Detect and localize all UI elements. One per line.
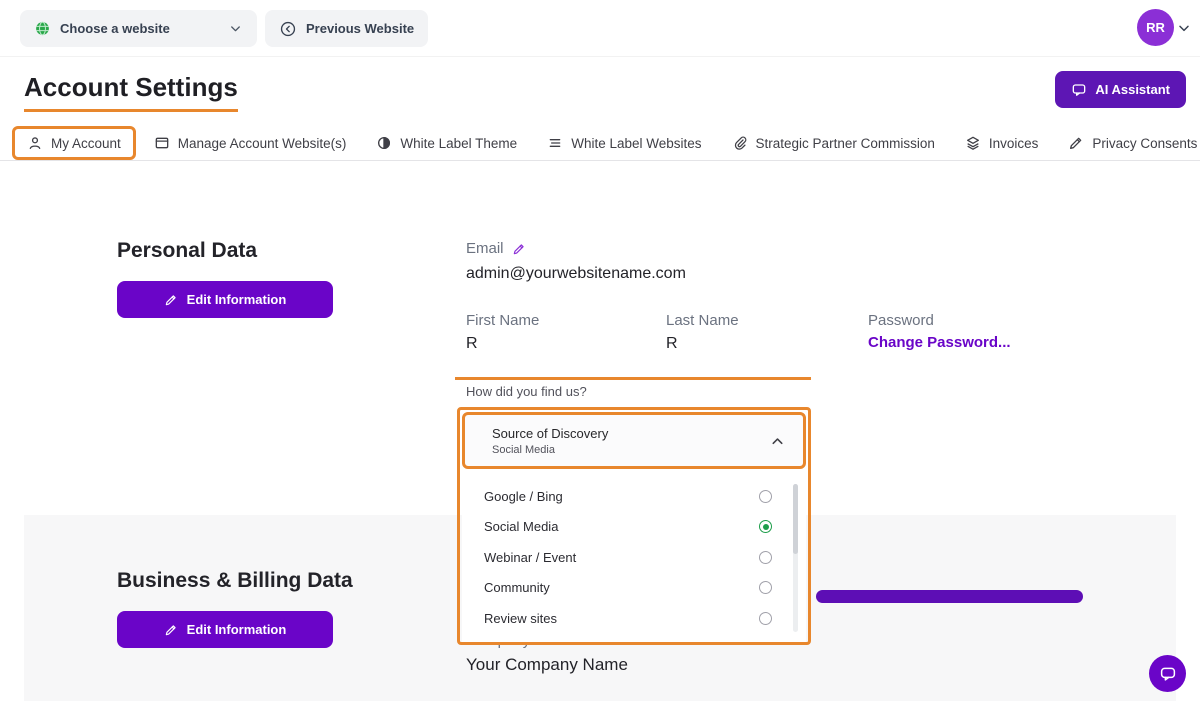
page-title: Account Settings xyxy=(24,72,238,112)
option-community[interactable]: Community xyxy=(462,573,806,604)
option-label: Google / Bing xyxy=(484,489,759,504)
tab-label: Privacy Consents xyxy=(1092,136,1197,151)
radio-icon[interactable] xyxy=(759,551,772,564)
tab-my-account[interactable]: My Account xyxy=(12,126,136,160)
tab-label: Manage Account Website(s) xyxy=(178,136,347,151)
option-webinar-event[interactable]: Webinar / Event xyxy=(462,542,806,573)
layers-icon xyxy=(965,135,981,151)
option-label: Webinar / Event xyxy=(484,550,759,565)
purple-highlight-bar xyxy=(816,590,1083,603)
previous-website-button[interactable]: Previous Website xyxy=(265,10,428,47)
tab-invoices[interactable]: Invoices xyxy=(965,135,1039,151)
change-password-link[interactable]: Change Password... xyxy=(868,334,1011,351)
radio-icon[interactable] xyxy=(759,520,772,533)
tab-manage-account-websites[interactable]: Manage Account Website(s) xyxy=(154,135,347,151)
source-of-discovery-label: Source of Discovery xyxy=(492,426,608,441)
highlight-line xyxy=(455,377,811,380)
globe-icon xyxy=(34,20,51,37)
tab-privacy-consents[interactable]: Privacy Consents xyxy=(1068,135,1197,151)
edit-business-information-label: Edit Information xyxy=(187,622,287,637)
tab-label: Invoices xyxy=(989,136,1039,151)
business-billing-title: Business & Billing Data xyxy=(117,569,353,593)
email-field: Email xyxy=(466,240,526,257)
pencil-icon xyxy=(1068,135,1084,151)
how-did-you-find-us-label: How did you find us? xyxy=(466,384,587,399)
radio-icon[interactable] xyxy=(759,581,772,594)
radio-icon[interactable] xyxy=(759,612,772,625)
first-name-label: First Name xyxy=(466,312,539,329)
company-name-value: Your Company Name xyxy=(466,655,628,675)
last-name-label: Last Name xyxy=(666,312,739,329)
tabs-divider xyxy=(0,160,1200,161)
discovery-options-list: Google / Bing Social Media Webinar / Eve… xyxy=(462,478,806,642)
previous-website-label: Previous Website xyxy=(306,21,414,36)
chat-icon xyxy=(1071,82,1087,98)
back-arrow-icon xyxy=(279,20,297,38)
dropdown-scrollbar[interactable] xyxy=(793,484,798,632)
tab-label: White Label Websites xyxy=(571,136,701,151)
scrollbar-thumb[interactable] xyxy=(793,484,798,554)
user-menu[interactable]: RR xyxy=(1137,9,1192,46)
paperclip-icon xyxy=(732,135,748,151)
option-social-media[interactable]: Social Media xyxy=(462,512,806,543)
edit-personal-information-label: Edit Information xyxy=(187,292,287,307)
list-icon xyxy=(547,135,563,151)
first-name-value: R xyxy=(466,335,478,353)
personal-data-title: Personal Data xyxy=(117,239,257,263)
pencil-icon[interactable] xyxy=(512,242,526,256)
email-value: admin@yourwebsitename.com xyxy=(466,265,686,283)
account-settings-page: Choose a website Previous Website RR Acc… xyxy=(0,0,1200,701)
option-label: Review sites xyxy=(484,611,759,626)
ai-assistant-label: AI Assistant xyxy=(1095,82,1170,97)
option-google-bing[interactable]: Google / Bing xyxy=(462,481,806,512)
contrast-icon xyxy=(376,135,392,151)
tab-label: My Account xyxy=(51,136,121,151)
user-icon xyxy=(27,135,43,151)
pencil-icon xyxy=(164,623,178,637)
chat-widget-button[interactable] xyxy=(1149,655,1186,692)
choose-website-label: Choose a website xyxy=(60,21,170,36)
radio-icon[interactable] xyxy=(759,490,772,503)
edit-business-information-button[interactable]: Edit Information xyxy=(117,611,333,648)
chevron-up-icon xyxy=(769,433,786,450)
password-label: Password xyxy=(868,312,934,329)
window-icon xyxy=(154,135,170,151)
discovery-dropdown-highlight: Source of Discovery Social Media Google … xyxy=(457,407,811,645)
source-of-discovery-select[interactable]: Source of Discovery Social Media xyxy=(462,412,806,469)
tab-white-label-theme[interactable]: White Label Theme xyxy=(376,135,517,151)
tab-label: White Label Theme xyxy=(400,136,517,151)
tab-label: Strategic Partner Commission xyxy=(756,136,935,151)
chevron-down-icon xyxy=(1176,20,1192,36)
choose-website-dropdown[interactable]: Choose a website xyxy=(20,10,257,47)
avatar[interactable]: RR xyxy=(1137,9,1174,46)
selected-value: Social Media xyxy=(492,444,608,456)
settings-tabs: My Account Manage Account Website(s) Whi… xyxy=(24,130,1197,156)
email-label: Email xyxy=(466,240,504,257)
topbar: Choose a website Previous Website RR xyxy=(0,0,1200,56)
select-text: Source of Discovery Social Media xyxy=(465,426,608,456)
ai-assistant-button[interactable]: AI Assistant xyxy=(1055,71,1186,108)
option-label: Social Media xyxy=(484,519,759,534)
chevron-down-icon xyxy=(228,21,243,36)
pencil-icon xyxy=(164,293,178,307)
edit-personal-information-button[interactable]: Edit Information xyxy=(117,281,333,318)
tab-strategic-partner-commission[interactable]: Strategic Partner Commission xyxy=(732,135,935,151)
option-review-sites[interactable]: Review sites xyxy=(462,603,806,634)
last-name-value: R xyxy=(666,335,678,353)
option-label: Community xyxy=(484,580,759,595)
chat-icon xyxy=(1159,665,1177,683)
tab-white-label-websites[interactable]: White Label Websites xyxy=(547,135,701,151)
